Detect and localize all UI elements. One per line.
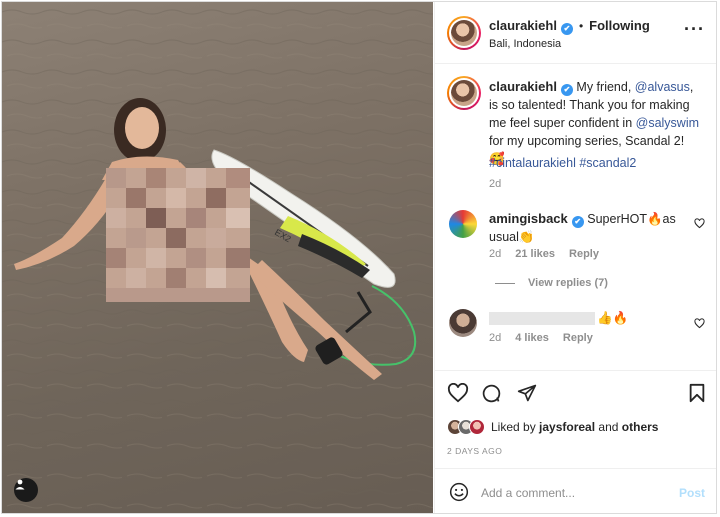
header-separator: • bbox=[578, 19, 584, 33]
post-actions: Liked by jaysforeal and others 2 DAYS AG… bbox=[435, 370, 716, 468]
comment-meta: 2d 4 likes Reply bbox=[489, 332, 593, 344]
view-replies-line bbox=[495, 283, 515, 284]
verified-badge-icon: ✔ bbox=[571, 216, 584, 228]
header-user-line: claurakiehl ✔ • Following bbox=[489, 18, 650, 35]
comment-meta: 2d 21 likes Reply bbox=[489, 248, 599, 260]
mention-alvasus[interactable]: @alvasus bbox=[635, 80, 690, 94]
caption-hashtags[interactable]: #cintalaurakiehl #scandal2 bbox=[489, 154, 636, 172]
comment-likes[interactable]: 21 likes bbox=[515, 248, 555, 260]
liked-by-text: Liked by jaysforeal and others bbox=[491, 420, 658, 434]
add-comment-input[interactable]: Add a comment... bbox=[481, 486, 575, 500]
post-header: claurakiehl ✔ • Following Bali, Indonesia ·… bbox=[435, 2, 716, 64]
liker-avatar[interactable] bbox=[469, 419, 485, 435]
author-avatar[interactable] bbox=[447, 16, 481, 50]
location-link[interactable]: Bali, Indonesia bbox=[489, 38, 561, 50]
comment-likes[interactable]: 4 likes bbox=[515, 332, 549, 344]
verified-badge-icon: ✔ bbox=[560, 84, 573, 96]
person-icon bbox=[15, 479, 25, 490]
view-replies-button[interactable]: View replies (7) bbox=[528, 277, 608, 289]
liked-by-prefix: Liked by bbox=[491, 420, 540, 434]
comment-time: 2d bbox=[489, 248, 502, 260]
like-heart-icon[interactable] bbox=[447, 383, 469, 403]
more-options-icon[interactable]: ··· bbox=[684, 20, 705, 38]
reply-button[interactable]: Reply bbox=[563, 332, 593, 344]
comment-bubble-icon[interactable] bbox=[481, 383, 502, 404]
tagged-users-button[interactable] bbox=[14, 478, 38, 502]
censor-mosaic bbox=[106, 168, 250, 302]
post-time-ago[interactable]: 2 DAYS AGO bbox=[447, 446, 502, 456]
post-side-panel: claurakiehl ✔ • Following Bali, Indonesia ·… bbox=[434, 2, 716, 513]
comment-body: 👍🔥 bbox=[597, 311, 629, 325]
commenter-avatar[interactable] bbox=[449, 210, 477, 238]
reply-button[interactable]: Reply bbox=[569, 248, 599, 260]
comment-time: 2d bbox=[489, 332, 502, 344]
redacted-username bbox=[489, 312, 595, 325]
save-bookmark-icon[interactable] bbox=[688, 383, 706, 403]
share-send-icon[interactable] bbox=[517, 383, 537, 403]
commenter-avatar[interactable] bbox=[449, 309, 477, 337]
mention-salyswim[interactable]: @salyswim bbox=[636, 116, 699, 130]
caption-time: 2d bbox=[489, 178, 502, 190]
caption-avatar[interactable] bbox=[447, 76, 481, 110]
liked-by-and: and bbox=[595, 420, 622, 434]
comments-area: claurakiehl ✔ My friend, @alvasus, is so … bbox=[435, 64, 716, 370]
emoji-smiley-icon[interactable] bbox=[449, 482, 469, 502]
liked-by-user-link[interactable]: jaysforeal bbox=[539, 420, 595, 434]
post-photo[interactable]: EX2 bbox=[2, 2, 433, 513]
caption-username[interactable]: claurakiehl bbox=[489, 79, 557, 94]
beach-photo-illustration: EX2 bbox=[2, 2, 433, 513]
comment-text: amingisback ✔ SuperHOT🔥as usual👏 bbox=[489, 210, 689, 246]
following-button[interactable]: Following bbox=[589, 18, 650, 33]
post-modal: EX2 claurakiehl ✔ • Following Bali, Indo… bbox=[1, 1, 717, 514]
liked-by-row: Liked by jaysforeal and others bbox=[447, 418, 658, 436]
caption-part: My friend, bbox=[576, 80, 635, 94]
comment-like-heart-icon[interactable] bbox=[694, 318, 705, 329]
post-comment-button[interactable]: Post bbox=[679, 486, 705, 500]
author-username[interactable]: claurakiehl bbox=[489, 18, 557, 33]
verified-badge-icon: ✔ bbox=[560, 23, 573, 35]
add-comment-bar: Add a comment... Post bbox=[435, 468, 716, 513]
comment-like-heart-icon[interactable] bbox=[694, 218, 705, 229]
liked-by-others-link[interactable]: others bbox=[622, 420, 659, 434]
comment-username[interactable]: amingisback bbox=[489, 211, 568, 226]
